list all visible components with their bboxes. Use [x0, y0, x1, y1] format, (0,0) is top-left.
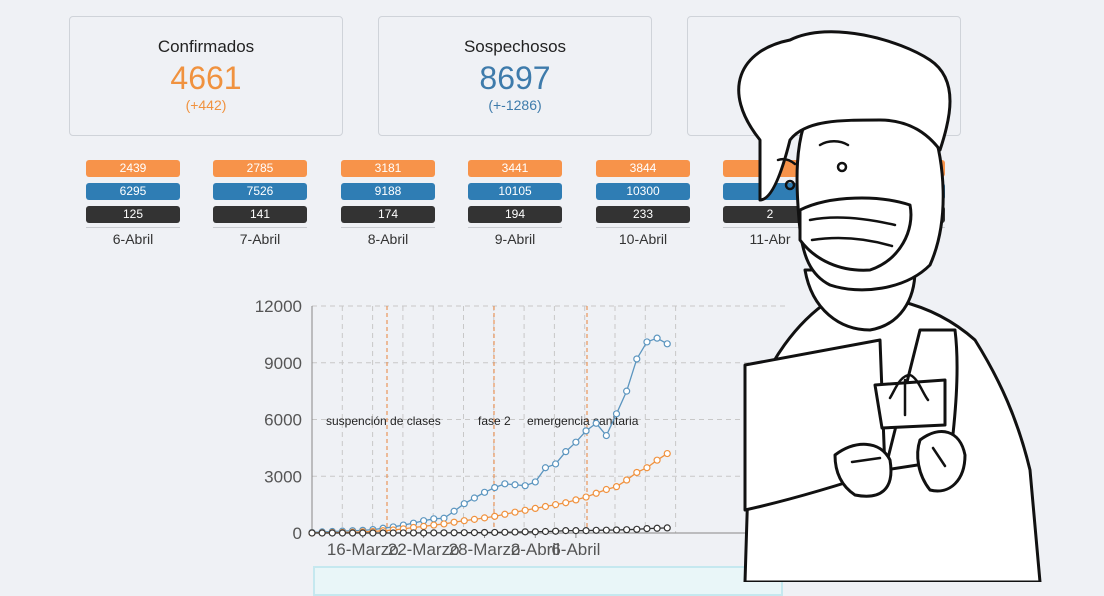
masked-person-illustration — [737, 30, 1042, 582]
